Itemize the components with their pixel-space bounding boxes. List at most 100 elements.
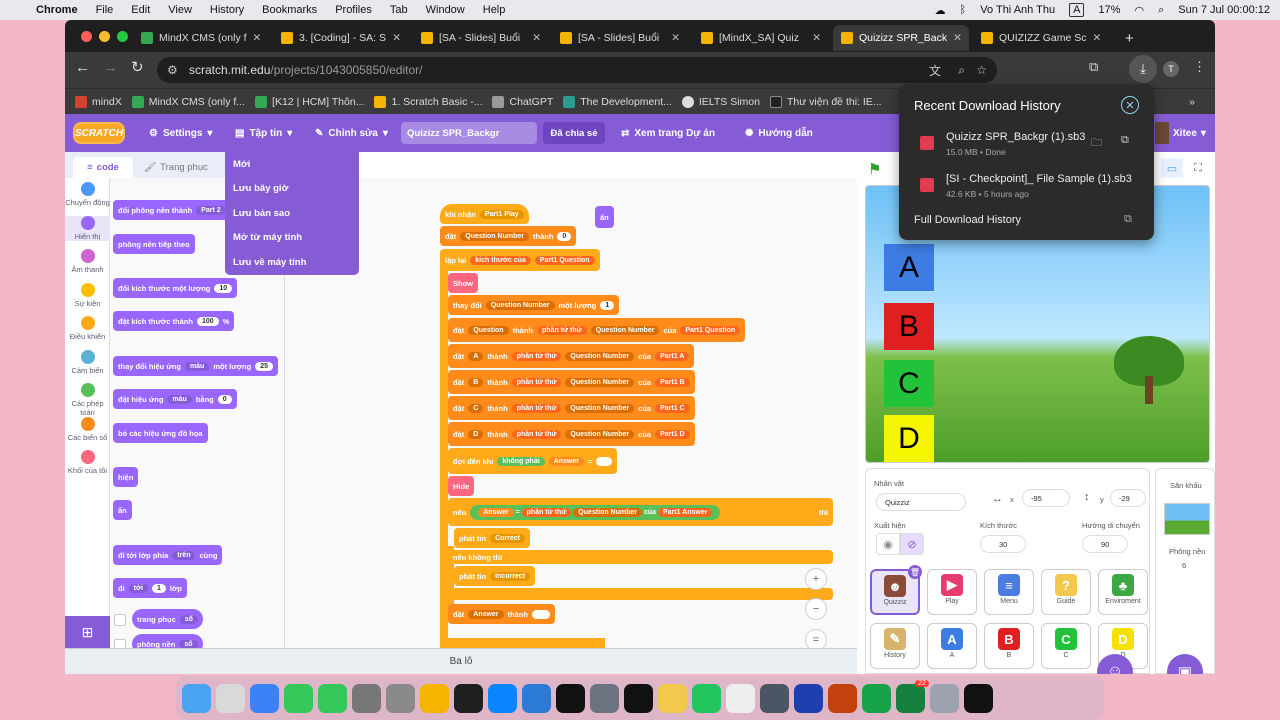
sprite-thumbnail[interactable]: ▶ Play (927, 569, 977, 615)
profile-avatar[interactable]: T (1163, 61, 1179, 77)
bookmark-item[interactable]: 1. Scratch Basic -... (374, 95, 482, 108)
set-variable-block[interactable]: đặt Cthành phần tử thứ Question Number của Pa… (448, 396, 695, 420)
category-item[interactable]: Các biến số (65, 416, 110, 442)
green-flag-icon[interactable]: ⚑ (868, 160, 881, 178)
zoom-out-icon[interactable]: − (805, 598, 827, 620)
bookmark-item[interactable]: ChatGPT (492, 95, 553, 108)
folder-icon[interactable]: 🗀 (1091, 134, 1102, 153)
bookmark-item[interactable]: IELTS Simon (681, 95, 760, 108)
menu-help[interactable]: Help (483, 4, 506, 16)
excel-icon[interactable] (794, 683, 823, 713)
trash-icon[interactable] (964, 683, 993, 713)
file-menu-save-now[interactable]: Lưu bây giờ (225, 177, 359, 202)
sprite-name-input[interactable]: Quizziz (876, 493, 966, 511)
browser-tab[interactable]: Quizizz SPR_Back ✕ (833, 25, 969, 51)
browser-tab[interactable]: [MindX_SA] Quiz ✕ (693, 25, 829, 51)
close-icon[interactable]: ✕ (1121, 96, 1139, 114)
menu-history[interactable]: History (210, 4, 244, 16)
set-variable-block[interactable]: đặt Bthành phần tử thứ Question Number của Pa… (448, 370, 695, 394)
set-variable-block[interactable]: đặt Question thành phần tử thứ Question Numb… (448, 318, 746, 342)
category-item[interactable]: Khối của tôi (65, 450, 110, 475)
terminal-icon[interactable] (522, 683, 551, 713)
powerpoint-icon[interactable] (760, 683, 789, 713)
screenshot-icon[interactable] (420, 683, 449, 713)
bookmark-item[interactable]: Thư viện đề thi: IE... (769, 95, 882, 108)
facetime-icon[interactable] (318, 683, 347, 713)
zoom-reset-icon[interactable]: = (805, 629, 827, 648)
zoom-icon[interactable]: ⌕ (958, 63, 965, 78)
script-workspace[interactable]: ẩn ☻ khi nhậnPart1 Play đặtQuestion Numb… (285, 178, 857, 648)
if-else-block[interactable]: nếu Answer = phần tử thứ Question Number … (448, 498, 833, 526)
category-item[interactable]: Cảm biến (65, 349, 110, 375)
excel-icon[interactable] (828, 683, 857, 713)
palette-reporter[interactable]: trang phục số (132, 609, 203, 629)
checkbox[interactable] (114, 614, 126, 626)
obs-icon[interactable] (658, 683, 687, 713)
menu-profiles[interactable]: Profiles (335, 4, 372, 16)
menu-view[interactable]: View (168, 4, 192, 16)
open-external-icon[interactable]: ⧉ (1121, 134, 1129, 147)
bookmark-item[interactable]: mindX (75, 95, 122, 108)
backpack-bar[interactable]: Ba lô (65, 648, 857, 674)
proxy-icon[interactable] (556, 683, 585, 713)
messages-icon[interactable] (284, 683, 313, 713)
download-item[interactable]: Quizizz SPR_Backgr (1).sb3 15.0 MB • Don… (899, 124, 1154, 164)
sprite-thumbnail[interactable]: ✎ History (870, 623, 920, 669)
back-icon[interactable]: ← (75, 59, 90, 76)
bookmark-item[interactable]: MindX CMS (only f... (131, 95, 245, 108)
edit-menu[interactable]: ✎ Chỉnh sửa ▾ (315, 114, 388, 152)
menu-app-name[interactable]: Chrome (36, 4, 78, 16)
close-tab-icon[interactable]: ✕ (386, 32, 401, 44)
download-item[interactable]: [SI - Checkpoint]_ File Sample (1).sb3 4… (899, 166, 1154, 206)
open-external-icon[interactable]: ⧉ (1124, 213, 1132, 226)
close-tab-icon[interactable]: ✕ (247, 32, 262, 44)
palette-block[interactable]: đổi phông nền thành Part 2 (113, 200, 231, 220)
sprite-thumbnail[interactable]: ♣ Enviroment (1098, 569, 1148, 615)
stage-sprite-c[interactable]: C (884, 360, 934, 407)
settings-icon[interactable] (352, 683, 381, 713)
clock[interactable]: Sun 7 Jul 00:00:12 (1178, 4, 1270, 16)
y-input[interactable]: -29 (1110, 489, 1146, 507)
chrome-icon[interactable] (386, 683, 415, 713)
close-tab-icon[interactable]: ✕ (665, 32, 680, 44)
sprite-thumbnail[interactable]: AA (927, 623, 977, 669)
file-menu-save-to-computer[interactable]: Lưu về máy tính (225, 250, 359, 275)
scratch-logo[interactable]: SCRATCH (73, 122, 125, 144)
bluetooth-icon[interactable]: ᛒ (960, 4, 967, 16)
project-title-input[interactable]: Quizizz SPR_Backgr (401, 122, 537, 144)
category-item[interactable]: Các phép toán (65, 383, 110, 417)
launchpad-icon[interactable] (216, 683, 245, 713)
stage-sprite-a[interactable]: A (884, 244, 934, 291)
category-item[interactable]: Chuyển động (65, 182, 110, 207)
bookmark-item[interactable]: [K12 | HCM] Thôn... (255, 95, 364, 108)
new-tab-icon[interactable]: + (1117, 25, 1142, 51)
show-sprite-icon[interactable]: ◉ (876, 533, 900, 555)
x-input[interactable]: -95 (1022, 489, 1070, 507)
scratch-app-icon[interactable] (590, 683, 619, 713)
delete-sprite-icon[interactable]: 🗑 (908, 565, 922, 579)
close-tab-icon[interactable]: ✕ (806, 32, 821, 44)
file-menu-save-copy[interactable]: Lưu bản sao (225, 201, 359, 226)
download-icon[interactable]: ⤓ (1129, 55, 1157, 83)
broadcast-block[interactable]: phát tin Incorrect (454, 566, 536, 586)
wait-until-block[interactable]: đợi đến khi không phải Answer = (448, 448, 618, 474)
set-variable-block[interactable]: đặt Answer thành (448, 604, 555, 624)
forward-icon[interactable]: → (103, 59, 118, 76)
size-input[interactable]: 30 (980, 535, 1026, 553)
set-variable-block[interactable]: đặt Dthành phần tử thứ Question Number của Pa… (448, 422, 695, 446)
palette-block[interactable]: hiện (113, 467, 139, 487)
file-menu[interactable]: ▤ Tập tin ▾ (235, 114, 292, 152)
change-variable-block[interactable]: thay đổi Question Number một lượng 1 (448, 295, 620, 315)
add-extension-button[interactable]: ⊞ (65, 616, 110, 648)
close-tab-icon[interactable]: ✕ (947, 32, 962, 44)
set-variable-block[interactable]: đặt Athành phần tử thứ Question Number của Pa… (448, 344, 695, 368)
palette-block[interactable]: phông nền tiếp theo (113, 234, 195, 254)
hide-sprite-icon[interactable]: ⊘ (900, 533, 924, 555)
full-download-history-link[interactable]: Full Download History (914, 214, 1021, 226)
close-tab-icon[interactable]: ✕ (526, 32, 541, 44)
small-stage-icon[interactable]: ▭ (1161, 158, 1183, 178)
window-icon[interactable] (930, 683, 959, 713)
battery-percent[interactable]: 17% (1098, 4, 1120, 16)
menu-window[interactable]: Window (426, 4, 465, 16)
category-item[interactable]: Hiển thị (65, 215, 110, 241)
